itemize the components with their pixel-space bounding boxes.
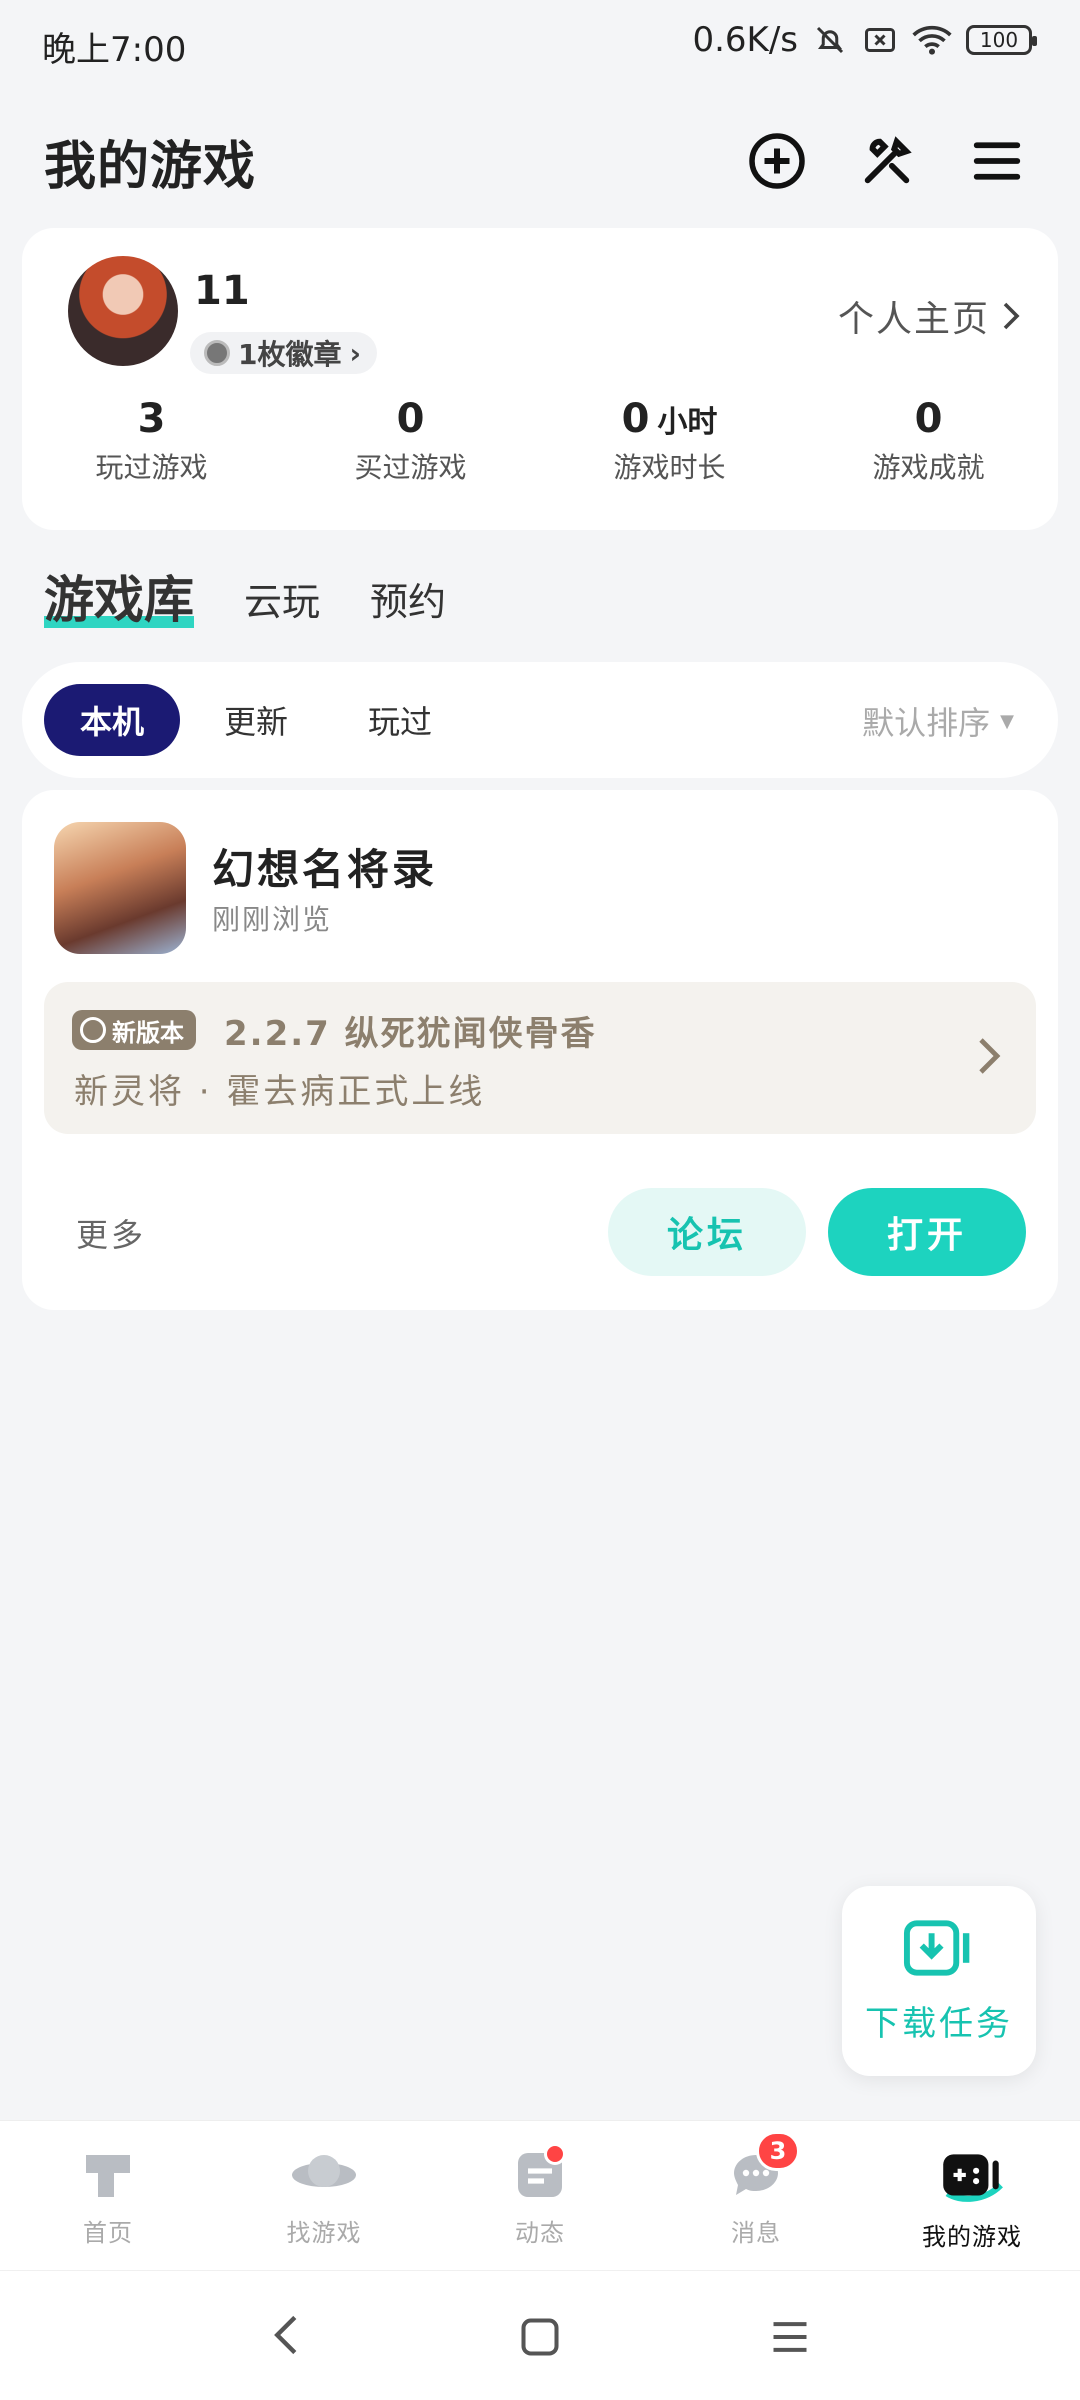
game-icon[interactable] bbox=[54, 822, 186, 954]
avatar[interactable] bbox=[68, 256, 178, 366]
game-card: 幻想名将录 刚刚浏览 新版本 2.2.7 纵死犹闻侠骨香 新灵将 · 霍去病正式… bbox=[22, 790, 1058, 1310]
forum-button[interactable]: 论坛 bbox=[608, 1188, 806, 1276]
add-game-button[interactable] bbox=[742, 126, 812, 196]
plus-circle-icon bbox=[749, 133, 805, 189]
filter-bar: 本机 更新 玩过 默认排序 ▼ bbox=[22, 662, 1058, 778]
tools-button[interactable] bbox=[852, 126, 922, 196]
download-tasks-button[interactable]: 下载任务 bbox=[842, 1886, 1036, 2076]
update-description: 新灵将 · 霍去病正式上线 bbox=[74, 1072, 486, 1112]
game-title[interactable]: 幻想名将录 bbox=[212, 836, 437, 897]
update-title: 2.2.7 纵死犹闻侠骨香 bbox=[224, 1014, 597, 1054]
medal-icon bbox=[204, 340, 230, 366]
tab-game-library[interactable]: 游戏库 bbox=[44, 560, 194, 632]
chevron-right-icon: › bbox=[349, 336, 362, 370]
sort-label: 默认排序 bbox=[862, 704, 991, 742]
tab-cloud-play[interactable]: 云玩 bbox=[244, 571, 320, 632]
nav-home[interactable]: 首页 bbox=[0, 2121, 216, 2270]
unread-dot bbox=[544, 2143, 566, 2165]
stat-bought[interactable]: 0 买过游戏 bbox=[281, 396, 540, 486]
nav-messages[interactable]: 3 消息 bbox=[648, 2121, 864, 2270]
wifi-icon bbox=[912, 25, 952, 55]
badge-button[interactable]: 1枚徽章 › bbox=[190, 332, 378, 374]
update-banner[interactable]: 新版本 2.2.7 纵死犹闻侠骨香 新灵将 · 霍去病正式上线 bbox=[44, 982, 1036, 1134]
chip-played[interactable]: 玩过 bbox=[332, 684, 468, 756]
game-subtitle: 刚刚浏览 bbox=[212, 903, 333, 936]
stats-row: 3 玩过游戏 0 买过游戏 0 小时 游戏时长 0 游戏成就 bbox=[22, 396, 1058, 486]
system-nav-bar bbox=[0, 2270, 1080, 2400]
sim-x-icon bbox=[865, 28, 895, 52]
chip-local[interactable]: 本机 bbox=[44, 684, 181, 756]
nav-my-games[interactable]: 我的游戏 bbox=[864, 2121, 1080, 2270]
more-button[interactable]: 更多 bbox=[76, 1210, 146, 1256]
bottom-nav: 首页 找游戏 动态 3 消息 我的游戏 bbox=[0, 2120, 1080, 2270]
page-title: 我的游戏 bbox=[44, 137, 257, 197]
badge-label: 1枚徽章 bbox=[238, 338, 342, 371]
open-button[interactable]: 打开 bbox=[828, 1188, 1026, 1276]
home-square-icon[interactable] bbox=[518, 2315, 562, 2359]
status-bar-right: 0.6K/s 100 bbox=[692, 20, 1037, 60]
refresh-icon bbox=[80, 1017, 106, 1043]
recents-menu-icon[interactable] bbox=[768, 2315, 812, 2359]
chip-updates[interactable]: 更新 bbox=[188, 684, 324, 756]
tab-reservation[interactable]: 预约 bbox=[370, 571, 446, 632]
stat-achievements[interactable]: 0 游戏成就 bbox=[799, 396, 1058, 486]
network-speed: 0.6K/s bbox=[692, 20, 798, 60]
tools-icon bbox=[864, 136, 912, 184]
message-count-badge: 3 bbox=[756, 2131, 800, 2171]
gamepad-icon bbox=[943, 2154, 1003, 2202]
chevron-right-icon bbox=[1003, 302, 1020, 330]
stat-playtime[interactable]: 0 小时 游戏时长 bbox=[540, 396, 799, 486]
personal-homepage-link[interactable]: 个人主页 bbox=[838, 290, 1022, 342]
battery-indicator: 100 bbox=[966, 25, 1037, 55]
download-icon bbox=[903, 1919, 970, 1976]
caret-down-icon: ▼ bbox=[1000, 710, 1014, 732]
back-icon[interactable] bbox=[268, 2313, 304, 2357]
chevron-right-icon bbox=[979, 1038, 1001, 1074]
mute-bell-icon bbox=[816, 26, 844, 54]
menu-button[interactable] bbox=[962, 126, 1032, 196]
profile-card: 11 1枚徽章 › 个人主页 3 玩过游戏 0 买过游戏 0 小时 游戏时长 0 … bbox=[22, 228, 1058, 530]
planet-icon bbox=[292, 2155, 356, 2187]
username: 11 bbox=[194, 268, 250, 314]
download-tasks-label: 下载任务 bbox=[865, 2003, 1013, 2044]
category-tabs: 游戏库 云玩 预约 bbox=[44, 560, 446, 632]
home-t-icon bbox=[86, 2155, 130, 2197]
stat-played[interactable]: 3 玩过游戏 bbox=[22, 396, 281, 486]
sort-dropdown[interactable]: 默认排序 ▼ bbox=[862, 698, 1014, 744]
home-link-label: 个人主页 bbox=[837, 299, 990, 340]
nav-find-games[interactable]: 找游戏 bbox=[216, 2121, 432, 2270]
new-version-badge: 新版本 bbox=[72, 1010, 196, 1050]
nav-feed[interactable]: 动态 bbox=[432, 2121, 648, 2270]
status-time: 晚上7:00 bbox=[42, 30, 187, 70]
menu-icon bbox=[973, 142, 1021, 180]
